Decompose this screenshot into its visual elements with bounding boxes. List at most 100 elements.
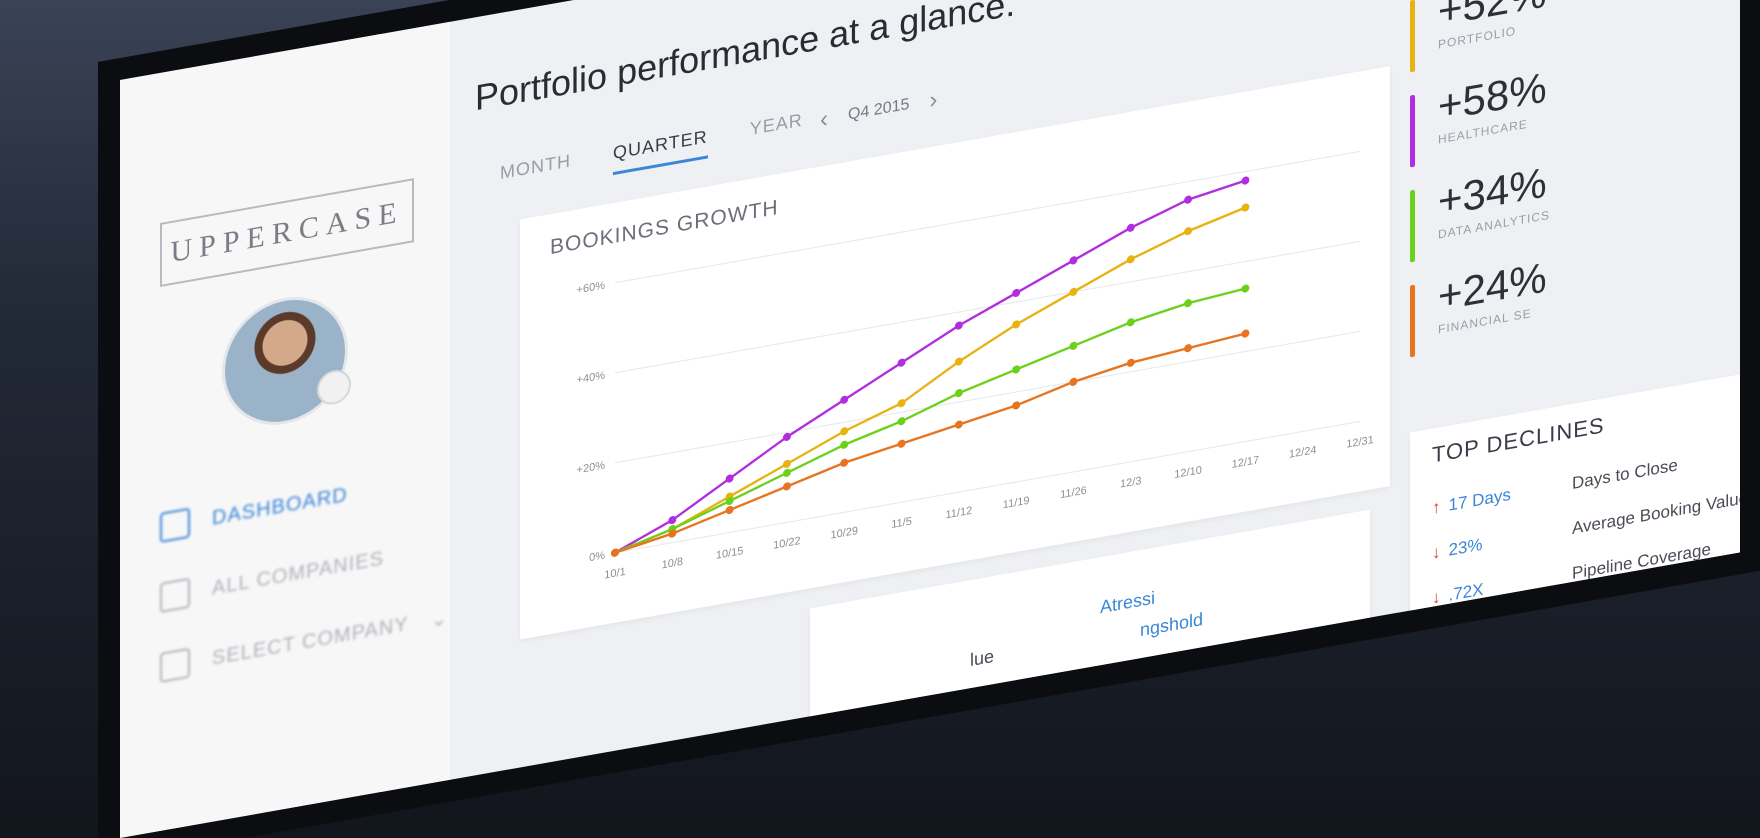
stat-color-bar (1410, 94, 1415, 168)
data-point[interactable] (1184, 343, 1193, 353)
data-point[interactable] (782, 432, 791, 441)
period-label: Q4 2015 (848, 95, 910, 124)
y-tick-label: +60% (577, 280, 606, 297)
data-point[interactable] (1126, 318, 1135, 327)
data-point[interactable] (1126, 255, 1135, 264)
data-point[interactable] (1241, 176, 1250, 185)
x-tick-label: 12/31 (1346, 434, 1374, 451)
uppercase-logo: UPPERCASE (160, 178, 414, 287)
data-point[interactable] (1184, 195, 1193, 204)
arrow-up-icon: ↑ (1432, 497, 1441, 518)
data-point[interactable] (1241, 329, 1250, 338)
tab-quarter[interactable]: QUARTER (613, 126, 708, 176)
x-tick-label: 10/8 (662, 556, 683, 572)
data-point[interactable] (611, 548, 619, 557)
building-icon (160, 577, 190, 613)
data-point[interactable] (840, 458, 849, 467)
sidebar-item-label: SELECT COMPANY (212, 612, 409, 670)
x-tick-label: 11/12 (945, 505, 972, 522)
data-point[interactable] (1126, 223, 1135, 232)
stat-color-bar (1410, 284, 1415, 358)
tab-year[interactable]: YEAR (750, 110, 803, 151)
data-point[interactable] (897, 416, 906, 426)
decline-label: Days to Close (1572, 455, 1678, 493)
x-tick-label: 12/10 (1174, 464, 1202, 481)
data-point[interactable] (1012, 288, 1021, 298)
metric-label: lue (970, 645, 995, 671)
data-point[interactable] (840, 427, 849, 436)
company-icon (160, 647, 190, 683)
x-tick-label: 10/29 (830, 525, 858, 542)
data-point[interactable] (1069, 341, 1078, 350)
top-declines-title: TOP DECLINES (1432, 412, 1605, 468)
data-point[interactable] (1069, 287, 1078, 296)
decline-value: 17 Days (1448, 484, 1511, 515)
x-tick-label: 10/22 (773, 535, 801, 552)
y-tick-label: 0% (589, 550, 605, 565)
arrow-down-icon: ↓ (1432, 542, 1441, 563)
data-point[interactable] (782, 459, 791, 468)
sidebar-item-all-companies[interactable]: ALL COMPANIES (160, 543, 384, 613)
data-point[interactable] (840, 395, 849, 404)
data-point[interactable] (1184, 298, 1193, 308)
chevron-left-icon[interactable]: ‹ (820, 105, 828, 134)
x-tick-label: 12/17 (1232, 454, 1260, 471)
sidebar-item-label: DASHBOARD (212, 483, 348, 530)
data-point[interactable] (1241, 284, 1250, 293)
x-tick-label: 11/19 (1003, 495, 1030, 512)
chevron-down-icon: ⌄ (430, 606, 449, 632)
data-point[interactable] (954, 420, 963, 429)
settings-badge-icon[interactable] (317, 367, 351, 408)
x-tick-label: 11/5 (891, 515, 912, 531)
company-link[interactable]: ngshold (1140, 609, 1203, 641)
series-line (614, 332, 1246, 554)
data-point[interactable] (725, 505, 734, 515)
data-point[interactable] (897, 358, 906, 367)
x-tick-label: 11/26 (1060, 485, 1087, 502)
stats-panel: +52% PORTFOLIO +58% HEALTHCARE +34% DATA… (1410, 0, 1640, 373)
data-point[interactable] (1241, 203, 1250, 212)
data-point[interactable] (954, 388, 963, 398)
decline-value: 23% (1448, 534, 1483, 560)
avatar[interactable] (225, 290, 351, 432)
arrow-down-icon: ↓ (1432, 587, 1441, 608)
x-tick-label: 10/15 (716, 545, 744, 562)
x-tick-label: 10/1 (604, 566, 625, 582)
period-selector: ‹ Q4 2015 › (820, 86, 937, 135)
data-point[interactable] (782, 482, 791, 491)
x-tick-label: 12/3 (1120, 475, 1141, 491)
grid-icon (160, 507, 190, 543)
data-point[interactable] (897, 439, 906, 448)
data-point[interactable] (840, 440, 849, 449)
sidebar-item-select-company[interactable]: SELECT COMPANY ⌄ (160, 602, 448, 683)
data-point[interactable] (1069, 256, 1078, 265)
company-link[interactable]: Atressi (1100, 587, 1155, 618)
data-point[interactable] (782, 468, 791, 477)
sidebar-item-dashboard[interactable]: DASHBOARD (160, 480, 348, 543)
data-point[interactable] (1012, 401, 1021, 410)
data-point[interactable] (1184, 226, 1193, 236)
y-tick-label: +40% (577, 370, 606, 387)
grid-line (615, 240, 1360, 374)
data-point[interactable] (1012, 320, 1021, 329)
data-point[interactable] (1069, 377, 1078, 386)
sidebar: UPPERCASE DASHBOARD ALL COMPANIES SELECT… (120, 21, 450, 838)
sidebar-item-label: ALL COMPANIES (212, 546, 384, 600)
stat-color-bar (1410, 0, 1415, 73)
y-tick-label: +20% (577, 460, 606, 477)
decline-label: Average Booking Value (1572, 487, 1740, 538)
series-line (614, 287, 1246, 554)
tab-month[interactable]: MONTH (500, 150, 571, 195)
stat-color-bar (1410, 189, 1415, 263)
data-point[interactable] (954, 321, 963, 330)
data-point[interactable] (1126, 358, 1135, 367)
chevron-right-icon[interactable]: › (929, 86, 937, 115)
grid-line (615, 330, 1360, 464)
series-line (614, 206, 1246, 554)
data-point[interactable] (1012, 365, 1021, 374)
data-point[interactable] (897, 398, 906, 408)
x-tick-label: 12/24 (1289, 444, 1317, 461)
data-point[interactable] (668, 515, 677, 525)
data-point[interactable] (725, 474, 734, 483)
data-point[interactable] (954, 357, 963, 366)
